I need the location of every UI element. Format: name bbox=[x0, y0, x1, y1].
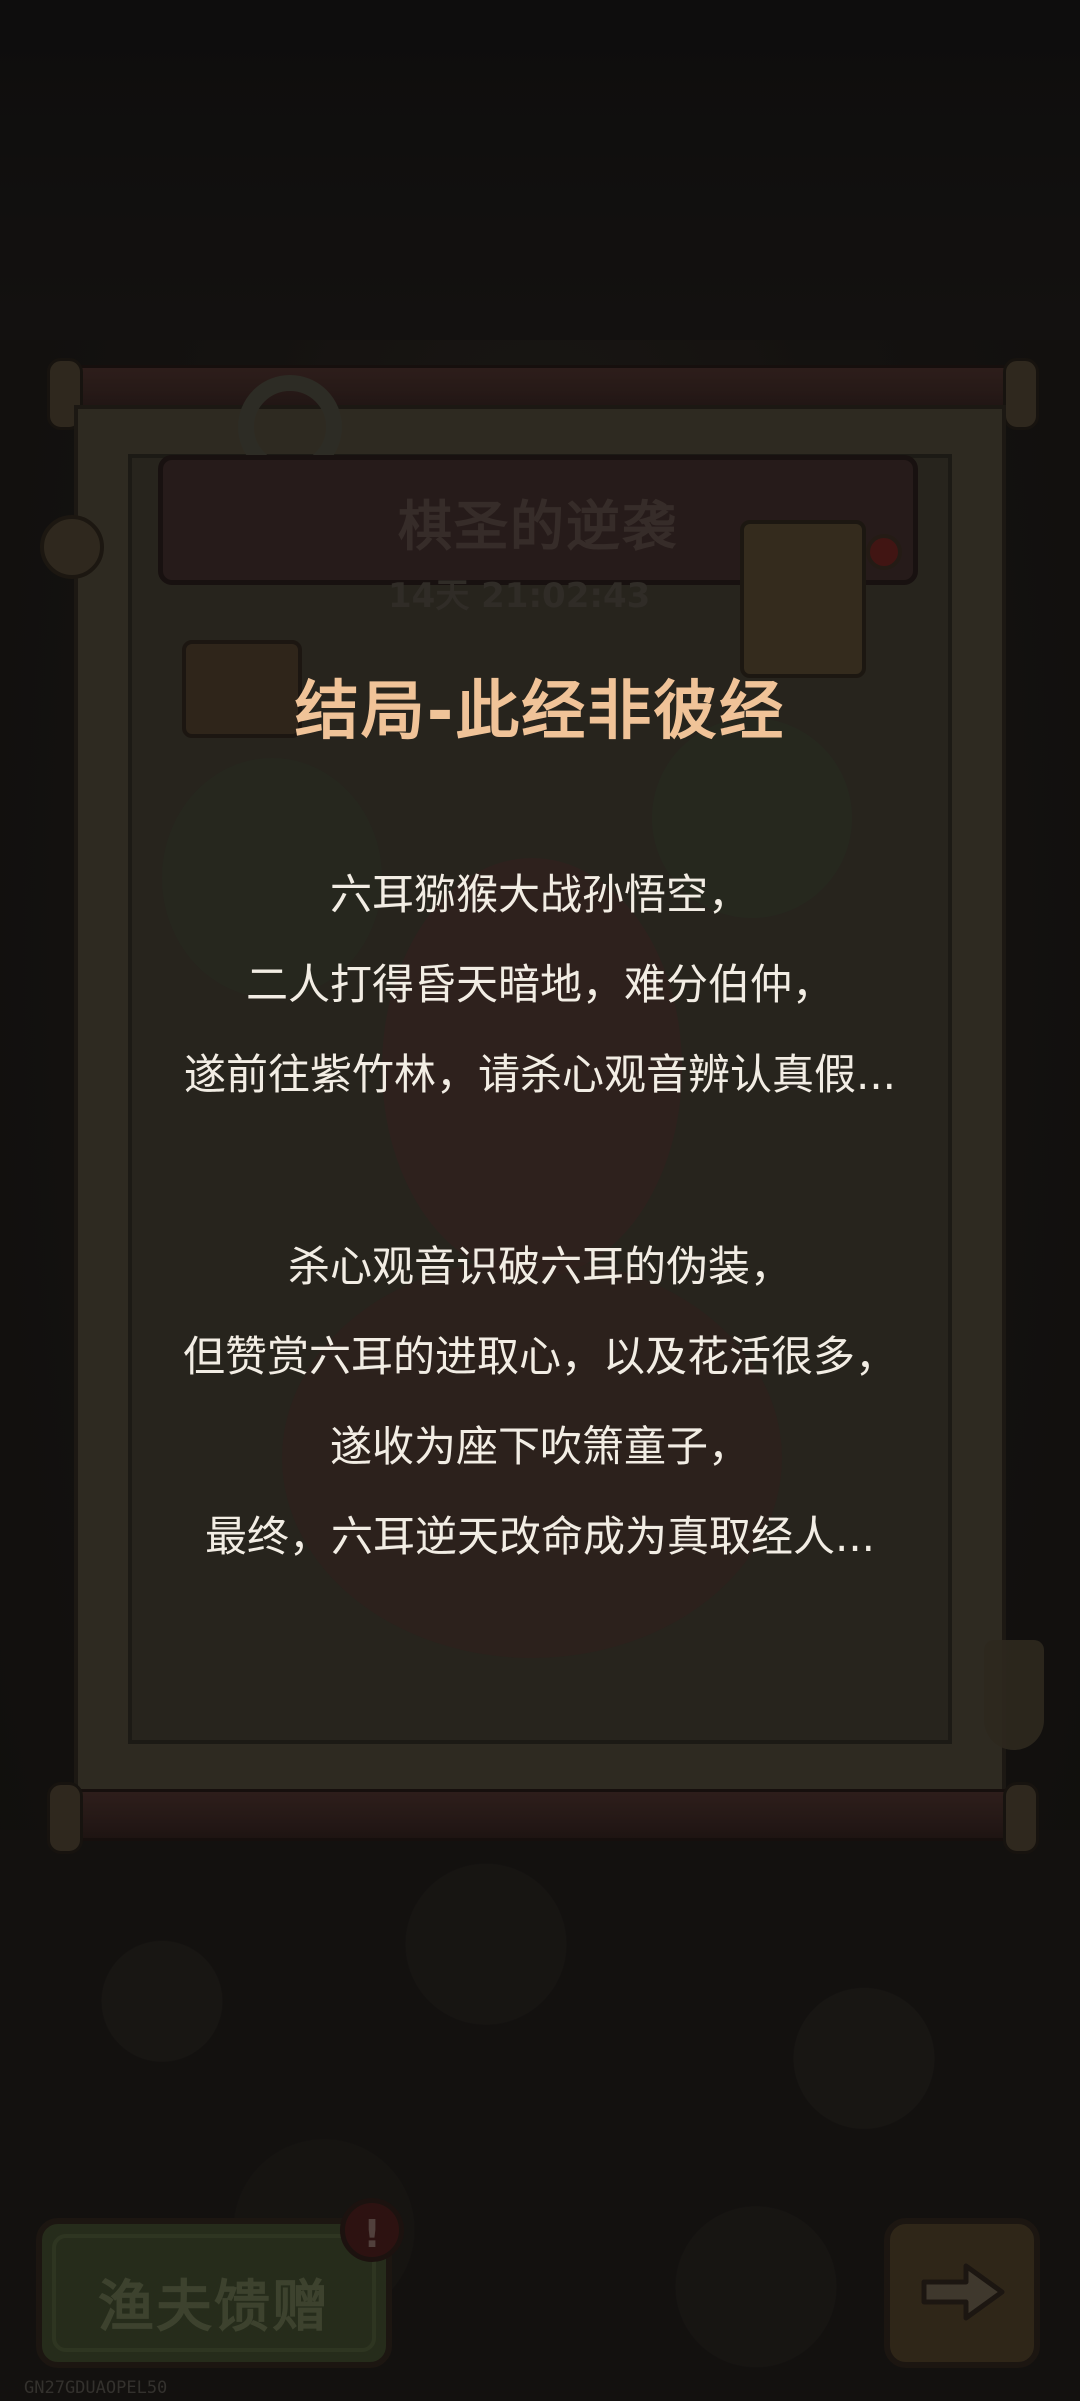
ending-paragraph-1: 六耳猕猴大战孙悟空， 二人打得昏天暗地，难分伯仲， 遂前往紫竹林，请杀心观音辨认… bbox=[0, 850, 1080, 1120]
ending-line: 最终，六耳逆天改命成为真取经人... bbox=[204, 1512, 876, 1561]
ending-line: 杀心观音识破六耳的伪装， bbox=[287, 1242, 792, 1291]
ending-line: 二人打得昏天暗地，难分伯仲， bbox=[245, 960, 834, 1009]
ending-line: 遂前往紫竹林，请杀心观音辨认真假... bbox=[183, 1050, 897, 1099]
ending-overlay[interactable] bbox=[0, 0, 1080, 2401]
ending-line: 遂收为座下吹箫童子， bbox=[329, 1422, 750, 1471]
game-screen: 棋圣的逆袭 14天 21:02:43 渔夫馈赠 ! GN27GDUAOPEL50… bbox=[0, 0, 1080, 2401]
ending-paragraph-2: 杀心观音识破六耳的伪装， 但赞赏六耳的进取心，以及花活很多， 遂收为座下吹箫童子… bbox=[0, 1222, 1080, 1582]
ending-line: 六耳猕猴大战孙悟空， bbox=[329, 870, 750, 919]
ending-line: 但赞赏六耳的进取心，以及花活很多， bbox=[182, 1332, 897, 1381]
ending-title: 结局-此经非彼经 bbox=[294, 675, 786, 749]
